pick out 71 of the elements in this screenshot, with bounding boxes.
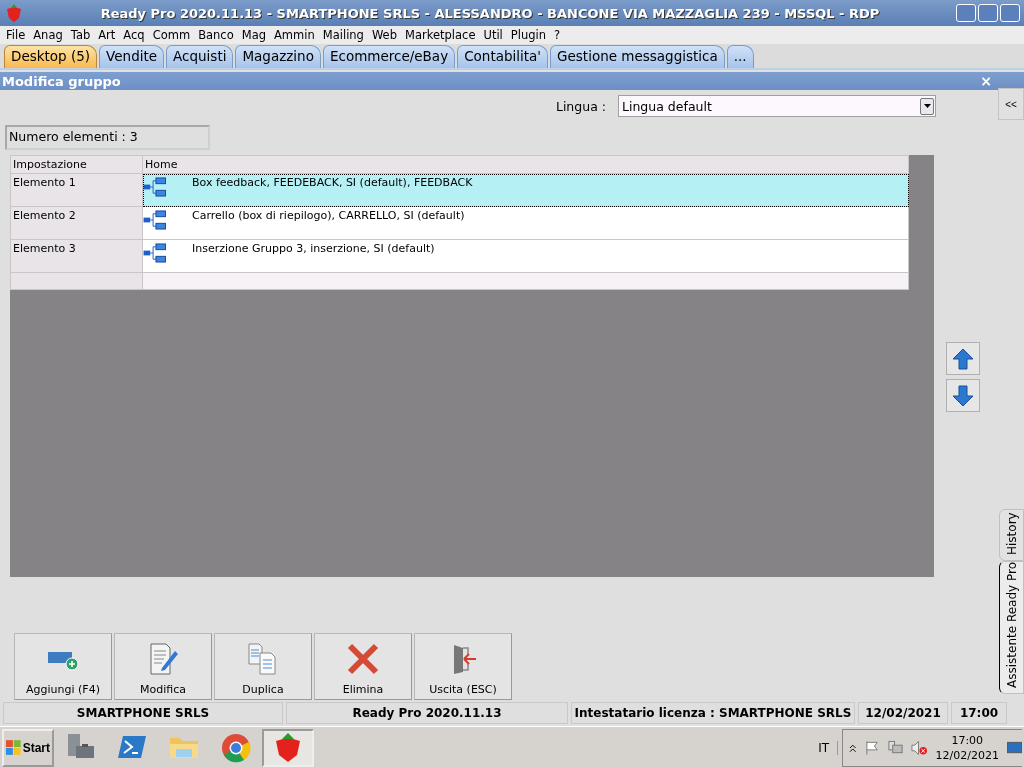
menu-item[interactable]: File (2, 28, 30, 42)
start-button[interactable]: Start (2, 728, 54, 767)
move-down-button[interactable] (946, 379, 980, 412)
row-header: Elemento 3 (10, 239, 143, 273)
tab[interactable]: Vendite (99, 45, 165, 68)
column-header[interactable]: Home (142, 155, 909, 174)
menu-item[interactable]: Plugin (506, 28, 550, 42)
down-arrow-icon (952, 384, 974, 407)
action-button[interactable]: Duplica (214, 633, 312, 700)
table-cell[interactable]: Inserzione Gruppo 3, inserzione, SI (default) (142, 239, 909, 273)
tree-icon (143, 177, 167, 197)
menu-item[interactable]: ? (550, 28, 565, 42)
tab[interactable]: Ecommerce/eBay (322, 45, 456, 68)
field-label: Lingua : (555, 98, 606, 114)
menu-item[interactable]: Mag (237, 28, 270, 42)
restore-button[interactable] (978, 4, 998, 22)
close-icon (346, 642, 380, 676)
tree-icon (143, 210, 167, 230)
action-button[interactable]: Modifica (114, 633, 212, 700)
menu-item[interactable]: Art (94, 28, 120, 42)
panel-title: Modifica gruppo (2, 73, 122, 89)
row-header: Elemento 1 (10, 173, 143, 207)
row-header: Elemento 2 (10, 206, 143, 240)
move-up-button[interactable] (946, 342, 980, 375)
menu-item[interactable]: Banco (194, 28, 238, 42)
action-button[interactable]: Elimina (314, 633, 412, 700)
collapse-button[interactable]: << (998, 88, 1024, 120)
column-header[interactable]: Impostazione (10, 155, 143, 174)
strawberry-icon (4, 3, 24, 23)
minimize-button[interactable] (956, 4, 976, 22)
status-field: Intestatario licenza : SMARTPHONE SRLS (571, 702, 855, 724)
menu-item[interactable]: Comm (148, 28, 195, 42)
menu-item[interactable]: Ammin (270, 28, 319, 42)
action-button[interactable]: Aggiungi (F4) (14, 633, 112, 700)
desktop-icon[interactable] (1006, 740, 1022, 755)
tab[interactable]: Acquisti (166, 45, 234, 68)
tab[interactable]: Contabilita' (457, 45, 549, 68)
speaker-muted-icon[interactable] (910, 739, 928, 756)
chevron-up-icon[interactable] (849, 742, 857, 753)
menu-item[interactable]: Mailing (318, 28, 368, 42)
language-dropdown[interactable]: Lingua default (618, 95, 936, 117)
up-arrow-icon (952, 347, 974, 370)
table-cell[interactable]: Box feedback, FEEDEBACK, SI (default), FEEDBACK (142, 173, 909, 207)
side-tab[interactable]: Assistente Ready Pro (999, 561, 1024, 694)
menu-item[interactable]: Anag (29, 28, 67, 42)
menu-item[interactable]: Acq (119, 28, 149, 42)
windows-logo-icon (6, 739, 22, 756)
window-title: Ready Pro 2020.11.13 - SMARTPHONE SRLS - ALESSANDRO - BANCONE VIA MAZZAGLIA 239 - MSSQL - RDP (99, 5, 881, 21)
table-cell[interactable]: Carrello (box di riepilogo), CARRELLO, SI (default) (142, 206, 909, 240)
status-field: 17:00 (951, 702, 1007, 724)
close-button[interactable] (1000, 4, 1020, 22)
network-icon[interactable] (887, 739, 903, 756)
menu-item[interactable]: Web (367, 28, 401, 42)
tab[interactable]: Gestione messaggistica (550, 45, 725, 68)
language-indicator[interactable]: IT (810, 740, 838, 755)
item-count: Numero elementi : 3 (5, 125, 210, 150)
menu-item[interactable]: Marketplace (401, 28, 480, 42)
menu-item[interactable]: Tab (66, 28, 95, 42)
chrome-icon[interactable] (220, 731, 252, 764)
flag-icon[interactable] (864, 739, 880, 756)
menu-item[interactable]: Util (479, 28, 507, 42)
status-field: Ready Pro 2020.11.13 (286, 702, 568, 724)
status-field: SMARTPHONE SRLS (3, 702, 283, 724)
tab[interactable]: Magazzino (235, 45, 321, 68)
status-field: 12/02/2021 (858, 702, 948, 724)
side-tab[interactable]: History (999, 509, 1024, 561)
caret-icon (923, 104, 931, 108)
tab[interactable]: Desktop (5) (4, 45, 98, 68)
tree-icon (143, 243, 167, 263)
tab[interactable]: ... (726, 45, 754, 68)
action-button[interactable]: Uscita (ESC) (414, 633, 512, 700)
